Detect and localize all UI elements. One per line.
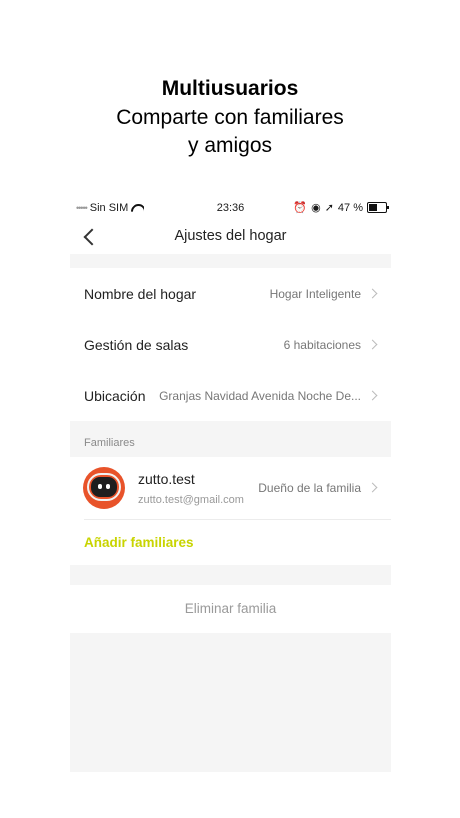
alarm-icon: ⏰ — [293, 202, 308, 214]
chevron-right-icon — [367, 339, 378, 350]
delete-family-button[interactable]: Eliminar familia — [70, 585, 391, 633]
nav-bar: Ajustes del hogar — [70, 220, 391, 254]
battery-icon — [367, 202, 389, 213]
member-email: zutto.test@gmail.com — [138, 494, 244, 506]
add-member-button[interactable]: Añadir familiares — [70, 519, 391, 565]
room-management-value: 6 habitaciones — [283, 337, 361, 352]
members-header: Familiares — [70, 423, 391, 457]
robot-face-icon — [91, 477, 117, 497]
home-name-value: Hogar Inteligente — [269, 286, 361, 301]
status-bar: ••••• Sin SIM 23:36 ⏰ ◉ ➚ 47 % — [70, 196, 391, 220]
battery-fill — [369, 204, 377, 211]
room-management-label: Gestión de salas — [84, 336, 189, 353]
chevron-right-icon — [367, 390, 378, 401]
add-member-label: Añadir familiares — [84, 535, 194, 550]
promo-subtitle-line-2: y amigos — [187, 134, 273, 157]
status-right: ⏰ ◉ ➚ 47 % — [293, 201, 389, 214]
robot-eye-left — [98, 484, 102, 489]
page-title: Ajustes del hogar — [174, 228, 287, 244]
location-label: Ubicación — [84, 387, 146, 404]
location-icon: ➚ — [324, 202, 334, 214]
delete-section: Eliminar familia — [70, 585, 391, 633]
home-settings-section: Nombre del hogar Hogar Inteligente Gesti… — [70, 268, 391, 421]
home-name-label: Nombre del hogar — [84, 285, 197, 302]
chevron-right-icon — [367, 288, 378, 299]
member-role: Dueño de la familia — [258, 481, 361, 495]
members-header-label: Familiares — [84, 437, 135, 449]
room-management-row[interactable]: Gestión de salas 6 habitaciones — [70, 319, 391, 370]
avatar — [83, 467, 125, 509]
promo-subtitle-line-1: Comparte con familiares — [116, 106, 344, 129]
promo-title: Multiusuarios — [161, 77, 299, 100]
promo-headline: Multiusuarios Comparte con familiares y … — [0, 74, 460, 160]
location-value: Granjas Navidad Avenida Noche De... — [159, 388, 361, 403]
battery-percent: 47 % — [337, 201, 363, 214]
home-name-row[interactable]: Nombre del hogar Hogar Inteligente — [70, 268, 391, 319]
robot-eye-right — [106, 484, 110, 489]
location-row[interactable]: Ubicación Granjas Navidad Avenida Noche … — [70, 370, 391, 421]
members-section: zutto.test zutto.test@gmail.com Dueño de… — [70, 457, 391, 565]
phone-screen: ••••• Sin SIM 23:36 ⏰ ◉ ➚ 47 % Ajustes d… — [70, 196, 391, 772]
orientation-lock-icon: ◉ — [311, 202, 321, 214]
member-name: zutto.test — [138, 471, 195, 487]
chevron-right-icon — [367, 482, 378, 493]
member-row[interactable]: zutto.test zutto.test@gmail.com Dueño de… — [70, 457, 391, 519]
delete-family-label: Eliminar familia — [184, 601, 277, 616]
